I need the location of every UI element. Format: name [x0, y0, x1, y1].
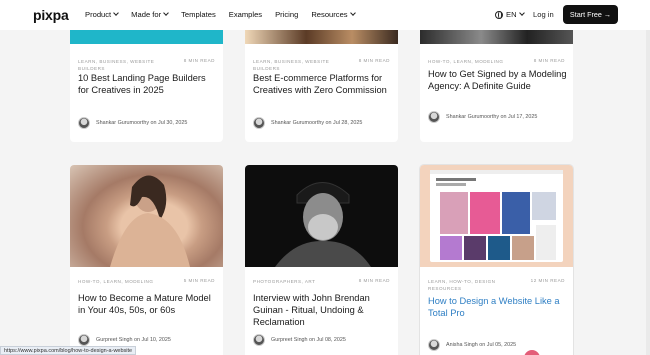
card-tags: HOW-TO, LEARN, MODELING — [428, 59, 504, 64]
read-time: 8 MIN READ — [533, 58, 565, 63]
card-title[interactable]: How to Become a Mature Model in Your 40s… — [78, 292, 218, 316]
read-time: 8 MIN READ — [358, 278, 390, 283]
card-tags: PHOTOGRAPHERS, ART — [253, 279, 316, 284]
login-link[interactable]: Log in — [533, 10, 554, 19]
card-title[interactable]: How to Design a Website Like a Total Pro — [428, 295, 568, 319]
avatar — [253, 117, 265, 129]
card-author: Gurpreet Singh on Jul 08, 2025 — [253, 334, 346, 346]
card-title[interactable]: Best E-commerce Platforms for Creatives … — [253, 72, 393, 96]
portrait-photo — [275, 182, 371, 267]
blog-card[interactable]: LEARN, BUSINESS, WEBSITE BUILDERS 8 MIN … — [245, 20, 398, 142]
pixpa-logo[interactable]: pixpa — [33, 7, 69, 23]
card-author: Anisha Singh on Jul 05, 2025 — [428, 339, 516, 351]
menu-resources[interactable]: Resources — [311, 10, 356, 19]
link-status-bar: https://www.pixpa.com/blog/how-to-design… — [0, 346, 137, 355]
read-time: 12 MIN READ — [530, 278, 565, 283]
website-mockup — [430, 170, 563, 262]
card-title[interactable]: Interview with John Brendan Guinan - Rit… — [253, 292, 393, 328]
blog-card[interactable]: PHOTOGRAPHERS, ART 8 MIN READ Interview … — [245, 165, 398, 355]
avatar — [253, 334, 265, 346]
scrollbar[interactable] — [646, 30, 650, 355]
chevron-down-icon — [518, 10, 525, 16]
start-free-button[interactable]: Start Free → — [563, 5, 618, 24]
top-navigation: pixpa Product Made for Templates Example… — [0, 0, 650, 30]
card-author: Shankar Gurumoorthy on Jul 17, 2025 — [428, 111, 537, 123]
avatar — [78, 334, 90, 346]
card-author: Shankar Gurumoorthy on Jul 28, 2025 — [253, 117, 362, 129]
card-author: Shankar Gurumoorthy on Jul 30, 2025 — [78, 117, 187, 129]
blog-card[interactable]: HOW-TO, LEARN, MODELING 8 MIN READ How t… — [420, 20, 573, 142]
chevron-down-icon — [349, 10, 356, 16]
language-selector[interactable]: EN — [495, 10, 525, 19]
chevron-down-icon — [113, 10, 120, 16]
avatar — [78, 117, 90, 129]
menu-pricing[interactable]: Pricing — [275, 10, 298, 19]
avatar — [428, 111, 440, 123]
card-tags: LEARN, BUSINESS, WEBSITE BUILDERS — [253, 59, 330, 71]
main-menu: Product Made for Templates Examples Pric… — [85, 10, 368, 19]
menu-templates[interactable]: Templates — [181, 10, 216, 19]
card-tags: LEARN, BUSINESS, WEBSITE BUILDERS — [78, 59, 155, 71]
model-photo — [110, 175, 190, 267]
card-title[interactable]: 10 Best Landing Page Builders for Creati… — [78, 72, 218, 96]
blog-card[interactable]: LEARN, HOW-TO, DESIGN RESOURCES 12 MIN R… — [420, 165, 573, 355]
read-time: 8 MIN READ — [183, 58, 215, 63]
language-label: EN — [506, 10, 517, 19]
card-author: Gurpreet Singh on Jul 10, 2025 — [78, 334, 171, 346]
card-title[interactable]: How to Get Signed by a Modeling Agency: … — [428, 68, 568, 92]
card-tags: LEARN, HOW-TO, DESIGN RESOURCES — [428, 279, 496, 291]
avatar — [428, 339, 440, 351]
globe-icon — [495, 10, 503, 19]
blog-card[interactable]: HOW-TO, LEARN, MODELING 5 MIN READ How t… — [70, 165, 223, 355]
read-time: 8 MIN READ — [358, 58, 390, 63]
read-time: 5 MIN READ — [183, 278, 215, 283]
menu-examples[interactable]: Examples — [229, 10, 262, 19]
chevron-down-icon — [163, 10, 169, 16]
card-image[interactable] — [70, 165, 223, 267]
card-tags: HOW-TO, LEARN, MODELING — [78, 279, 154, 284]
card-image[interactable] — [245, 165, 398, 267]
card-image[interactable] — [420, 165, 573, 267]
blog-card[interactable]: LEARN, BUSINESS, WEBSITE BUILDERS 8 MIN … — [70, 20, 223, 142]
menu-made-for[interactable]: Made for — [131, 10, 169, 19]
menu-product[interactable]: Product — [85, 10, 120, 19]
